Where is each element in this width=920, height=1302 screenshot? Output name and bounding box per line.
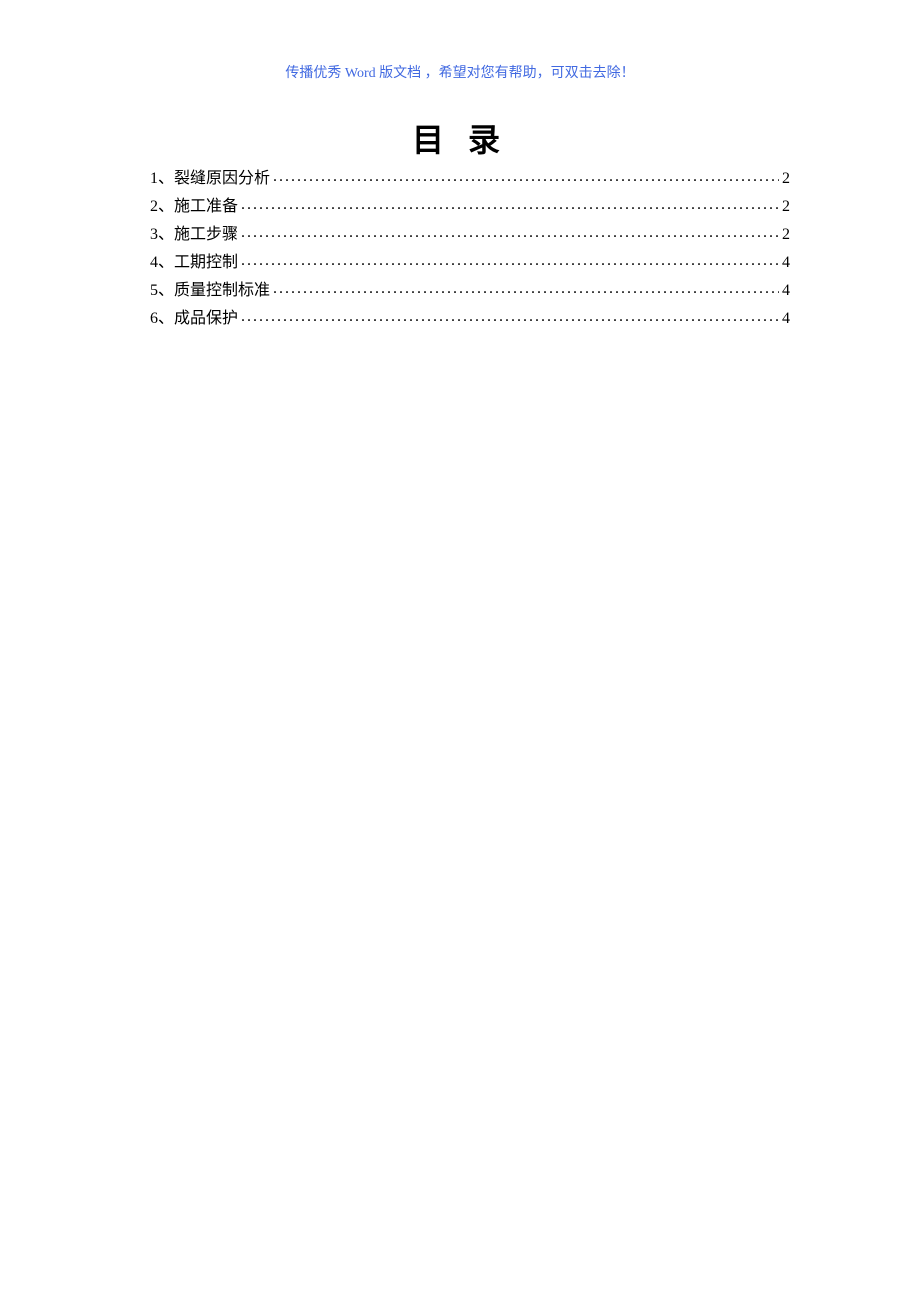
toc-page: 2 bbox=[782, 165, 790, 193]
toc-entry: 4、工期控制 4 bbox=[150, 249, 790, 277]
toc-entry: 3、施工步骤 2 bbox=[150, 221, 790, 249]
toc-dots bbox=[241, 219, 779, 247]
toc-page: 4 bbox=[782, 305, 790, 333]
toc-dots bbox=[241, 191, 779, 219]
toc-dots bbox=[273, 275, 779, 303]
toc-page: 4 bbox=[782, 277, 790, 305]
toc-dots bbox=[241, 303, 779, 331]
toc-entry: 5、质量控制标准 4 bbox=[150, 277, 790, 305]
toc-title: 目 录 bbox=[0, 115, 920, 161]
toc-page: 2 bbox=[782, 221, 790, 249]
toc-page: 2 bbox=[782, 193, 790, 221]
toc-label: 5、质量控制标准 bbox=[150, 277, 270, 305]
toc-entry: 1、裂缝原因分析 2 bbox=[150, 165, 790, 193]
toc-dots bbox=[241, 247, 779, 275]
toc-label: 4、工期控制 bbox=[150, 249, 238, 277]
toc-label: 2、施工准备 bbox=[150, 193, 238, 221]
toc-label: 6、成品保护 bbox=[150, 305, 238, 333]
toc-entry: 2、施工准备 2 bbox=[150, 193, 790, 221]
toc-entry: 6、成品保护 4 bbox=[150, 305, 790, 333]
toc-label: 3、施工步骤 bbox=[150, 221, 238, 249]
toc-container: 1、裂缝原因分析 2 2、施工准备 2 3、施工步骤 2 4、工期控制 4 5、… bbox=[150, 165, 790, 333]
toc-dots bbox=[273, 163, 779, 191]
header-note: 传播优秀 Word 版文档 ，希望对您有帮助，可双击去除！ bbox=[0, 62, 920, 82]
toc-label: 1、裂缝原因分析 bbox=[150, 165, 270, 193]
toc-page: 4 bbox=[782, 249, 790, 277]
